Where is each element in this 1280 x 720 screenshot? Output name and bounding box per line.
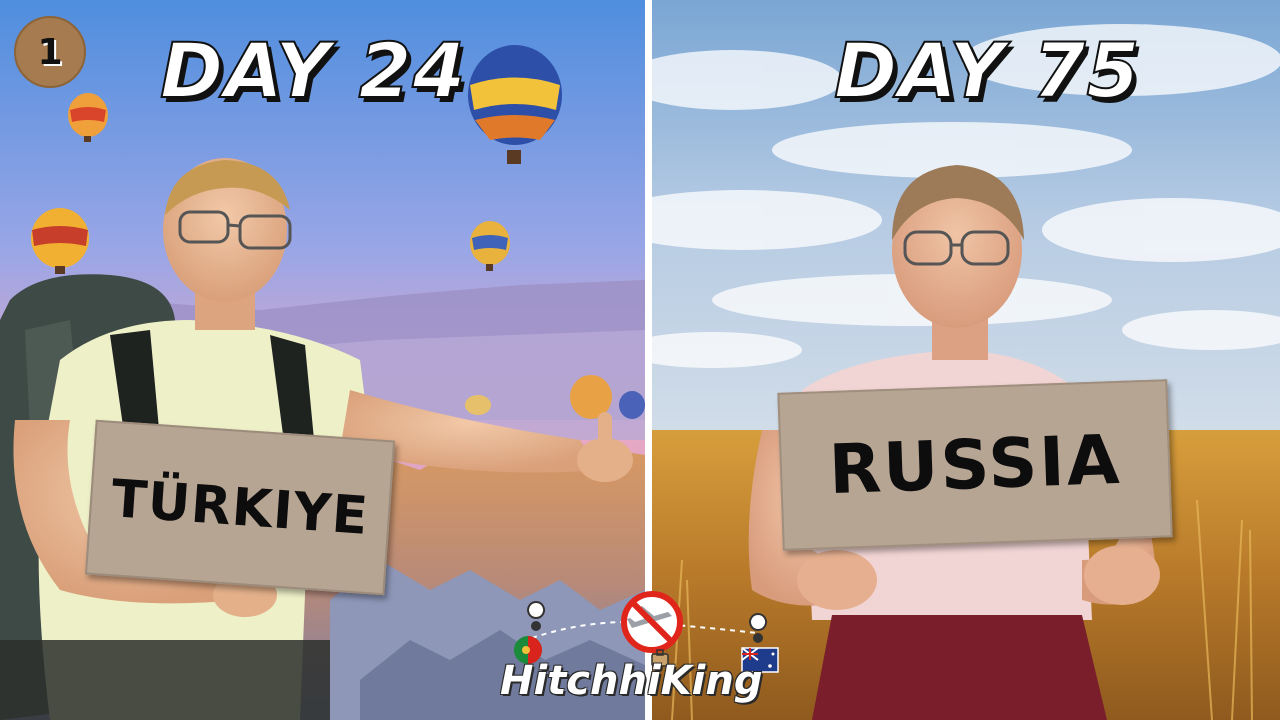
episode-number-badge: 1 — [14, 16, 86, 88]
hitchhiking-logo: HitchhiKing — [492, 588, 792, 720]
no-plane-icon — [621, 591, 683, 653]
cardboard-sign-right: RUSSIA — [777, 379, 1173, 551]
portugal-flag-pin-icon — [514, 601, 545, 664]
day-title-left: DAY 24 — [159, 25, 467, 116]
day-title-right: DAY 75 — [833, 25, 1141, 116]
logo-wordmark: HitchhiKing — [500, 658, 763, 704]
cardboard-sign-left: TÜRKIYE — [84, 419, 396, 596]
